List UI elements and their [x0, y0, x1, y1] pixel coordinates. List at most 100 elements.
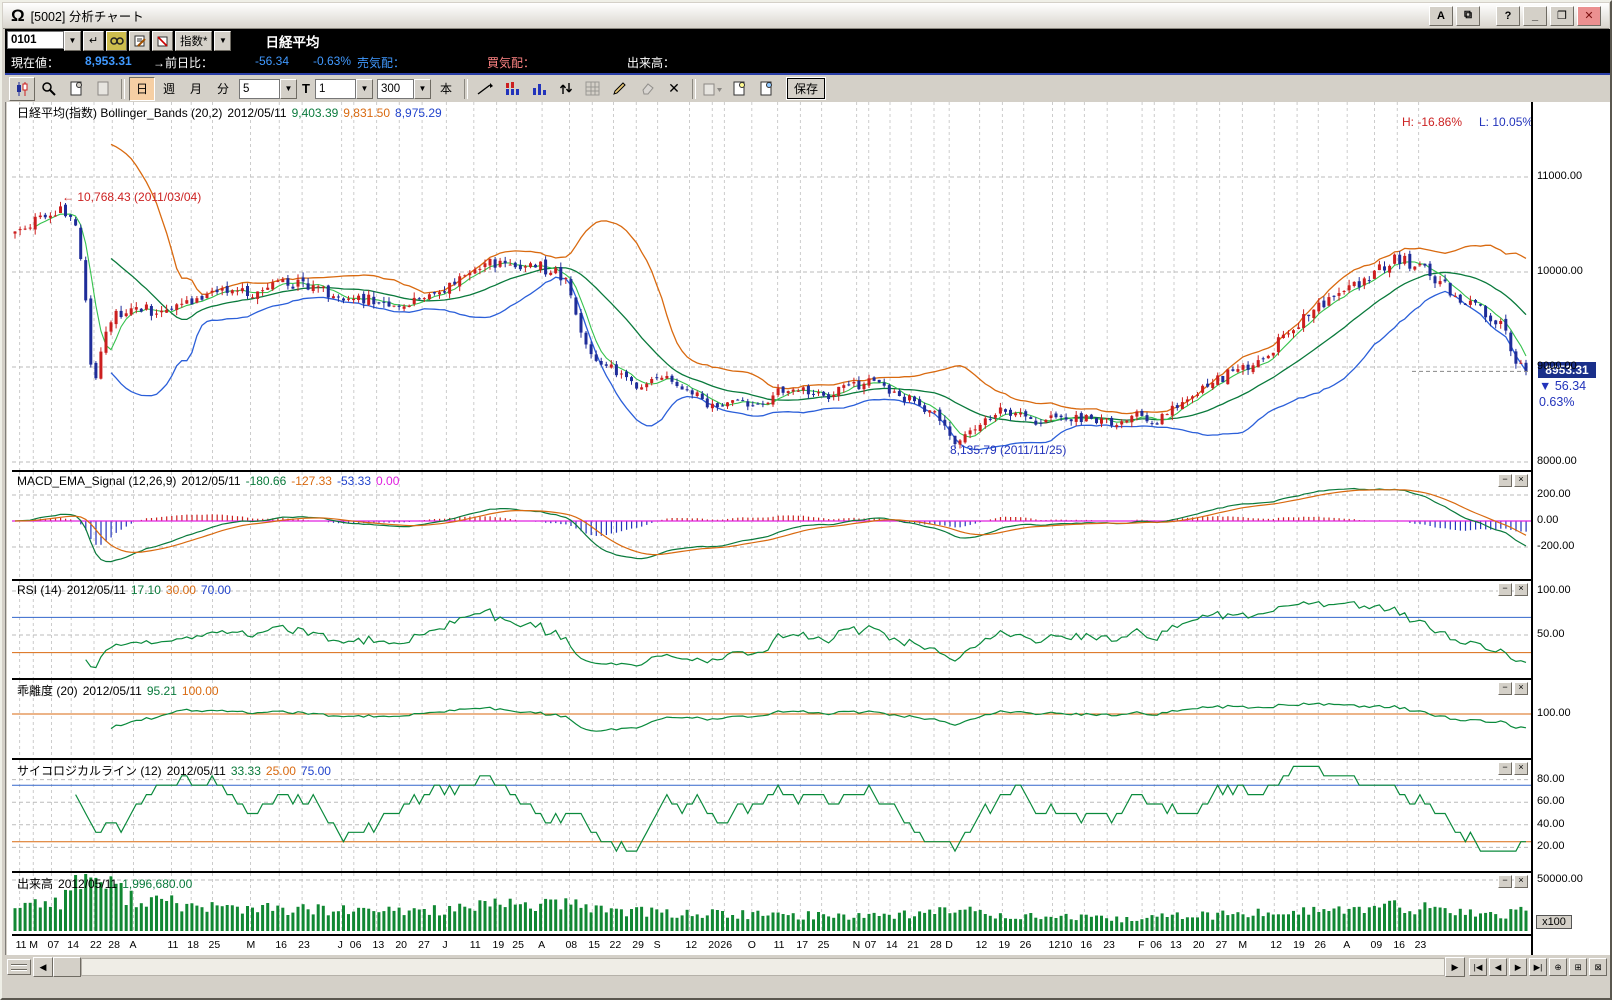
market-type-value: 指数* [180, 33, 207, 49]
clear-icon[interactable] [152, 31, 173, 51]
prev-page-icon[interactable]: ◀ [1489, 958, 1507, 976]
x-axis-label: 13 [373, 939, 385, 951]
current-change-badge: ▼ 56.34 [1539, 379, 1586, 393]
scrollbar-track[interactable] [81, 958, 1445, 976]
zoom-reset-icon[interactable]: ⊕ [1549, 958, 1567, 976]
help-button[interactable]: ? [1496, 6, 1520, 26]
panel-minimize-button[interactable]: − [1498, 875, 1512, 888]
panel-close-button[interactable]: × [1514, 875, 1528, 888]
grid-toggle-icon[interactable]: ⊞ [1569, 958, 1587, 976]
x-axis-label: A [1343, 939, 1350, 951]
zoom-tool-icon[interactable] [36, 77, 62, 101]
app-logo-icon: Ω [11, 6, 25, 26]
x-axis-label: 09 [1371, 939, 1383, 951]
market-type-dropdown[interactable]: ▼ [214, 31, 231, 51]
edit-memo-icon[interactable] [129, 31, 150, 51]
x-axis-label: 20 [395, 939, 407, 951]
close-pane-icon[interactable]: ⊠ [1589, 958, 1607, 976]
tick-select[interactable]: 1 ▼ [315, 79, 373, 99]
scroll-right-button[interactable]: ▶ [1445, 957, 1465, 977]
indicator-title: 日経平均(指数) Bollinger_Bands (20,2) [17, 106, 222, 120]
panel-header-psy: サイコロジカルライン (12)2012/05/1133.3325.0075.00 [17, 762, 336, 779]
restore-button[interactable]: ❐ [1550, 6, 1574, 26]
macd-panel[interactable]: MACD_EMA_Signal (12,26,9)2012/05/11-180.… [12, 472, 1531, 579]
ask-label: 売気配： [357, 54, 405, 71]
window-title: [5002] 分析チャート [31, 6, 144, 25]
close-button[interactable]: ✕ [1577, 6, 1601, 26]
panel-header-macd: MACD_EMA_Signal (12,26,9)2012/05/11-180.… [17, 474, 404, 488]
chart-area: 日経平均(指数) Bollinger_Bands (20,2)2012/05/1… [5, 102, 1611, 955]
panel-close-button[interactable]: × [1514, 682, 1528, 695]
panel-close-button[interactable]: × [1514, 583, 1528, 596]
rsi-panel[interactable]: RSI (14)2012/05/1117.1030.0070.00 −× [12, 581, 1531, 678]
sort-arrows-icon[interactable] [553, 77, 579, 101]
psychological-panel[interactable]: サイコロジカルライン (12)2012/05/1133.3325.0075.00… [12, 760, 1531, 871]
x-axis-label: 20 [708, 939, 720, 951]
volume-overlay-icon[interactable] [499, 77, 525, 101]
bar-chart-icon[interactable] [526, 77, 552, 101]
panel-minimize-button[interactable]: − [1498, 583, 1512, 596]
minute-interval-select[interactable]: 5 ▼ [239, 79, 297, 99]
last-page-icon[interactable]: ▶| [1529, 958, 1547, 976]
x-axis-label: 23 [1415, 939, 1427, 951]
chart-toolbar: 日 週 月 分 5 ▼ T 1 ▼ 300 ▼ 本 [5, 75, 1611, 102]
bar-count-select[interactable]: 300 ▼ [377, 79, 431, 99]
scroll-left-button[interactable]: ◀ [33, 957, 53, 977]
volume-panel[interactable]: 出来高2012/05/111,996,680.00 −× [12, 873, 1531, 932]
panel-close-button[interactable]: × [1514, 474, 1528, 487]
tick-dropdown[interactable]: ▼ [356, 79, 373, 99]
y-axis-label: 50000.00 [1537, 873, 1583, 885]
main-chart-panel[interactable]: 日経平均(指数) Bollinger_Bands (20,2)2012/05/1… [12, 102, 1531, 470]
copy-window-icon[interactable]: ⧉ [1456, 6, 1480, 26]
y-axis-label: 9000.00 [1537, 360, 1577, 372]
save-button[interactable]: 保存 [787, 78, 825, 99]
candlestick-chart-icon[interactable] [9, 77, 35, 101]
panel-minimize-button[interactable]: − [1498, 682, 1512, 695]
minimize-button[interactable]: _ [1523, 6, 1547, 26]
symbol-code-input[interactable]: 0101 [7, 31, 64, 49]
eraser-tool-icon[interactable] [634, 77, 660, 101]
market-type-select[interactable]: 指数* [175, 31, 212, 51]
first-page-icon[interactable]: |◀ [1469, 958, 1487, 976]
scrollbar-grip[interactable] [7, 959, 31, 975]
enter-button[interactable]: ↵ [83, 31, 104, 51]
copy-page-icon[interactable] [90, 77, 116, 101]
panel-minimize-button[interactable]: − [1498, 474, 1512, 487]
period-minute-button[interactable]: 分 [210, 77, 236, 101]
symbol-code-dropdown[interactable]: ▼ [64, 31, 81, 51]
panel-close-button[interactable]: × [1514, 762, 1528, 775]
trendline-tool-icon[interactable] [472, 77, 498, 101]
change-label: →前日比： [153, 54, 213, 71]
period-week-button[interactable]: 週 [156, 77, 182, 101]
kairi-panel[interactable]: 乖離度 (20)2012/05/1195.21100.00 −× [12, 680, 1531, 758]
high-percent-label: H: -16.86% [1402, 115, 1462, 129]
save-template-icon[interactable] [727, 77, 753, 101]
x-axis-label: 15 [588, 939, 600, 951]
search-binoculars-icon[interactable] [106, 31, 127, 51]
minute-interval-dropdown[interactable]: ▼ [280, 79, 297, 99]
load-template-icon[interactable] [754, 77, 780, 101]
bar-count-dropdown[interactable]: ▼ [414, 79, 431, 99]
x-axis-label: 25 [512, 939, 524, 951]
scrollbar-thumb[interactable] [53, 957, 81, 977]
bb-upper-value: 9,831.50 [343, 106, 390, 120]
panel-minimize-button[interactable]: − [1498, 762, 1512, 775]
x-axis-label: 26 [1020, 939, 1032, 951]
horizontal-scrollbar[interactable]: ◀ ▶ |◀ ◀ ▶ ▶| ⊕ ⊞ ⊠ [5, 956, 1611, 978]
change-value: -56.34 [255, 54, 289, 68]
grid-settings-icon[interactable] [580, 77, 606, 101]
x-axis-label: 28 [108, 939, 120, 951]
delete-drawing-icon[interactable]: ✕ [661, 77, 687, 101]
new-page-icon[interactable] [63, 77, 89, 101]
title-bar[interactable]: Ω [5002] 分析チャート A ⧉ ? _ ❐ ✕ [3, 3, 1609, 29]
rsi-upper-line-value: 70.00 [201, 583, 231, 597]
pencil-tool-icon[interactable] [607, 77, 633, 101]
chart-plot[interactable]: 日経平均(指数) Bollinger_Bands (20,2)2012/05/1… [12, 102, 1531, 955]
period-month-button[interactable]: 月 [183, 77, 209, 101]
period-day-button[interactable]: 日 [129, 77, 155, 101]
y-axis-label: 100.00 [1537, 584, 1571, 596]
font-button[interactable]: A [1429, 6, 1453, 26]
y-axis-label: 60.00 [1537, 795, 1565, 807]
layout-dropdown-icon[interactable] [700, 77, 726, 101]
next-page-icon[interactable]: ▶ [1509, 958, 1527, 976]
